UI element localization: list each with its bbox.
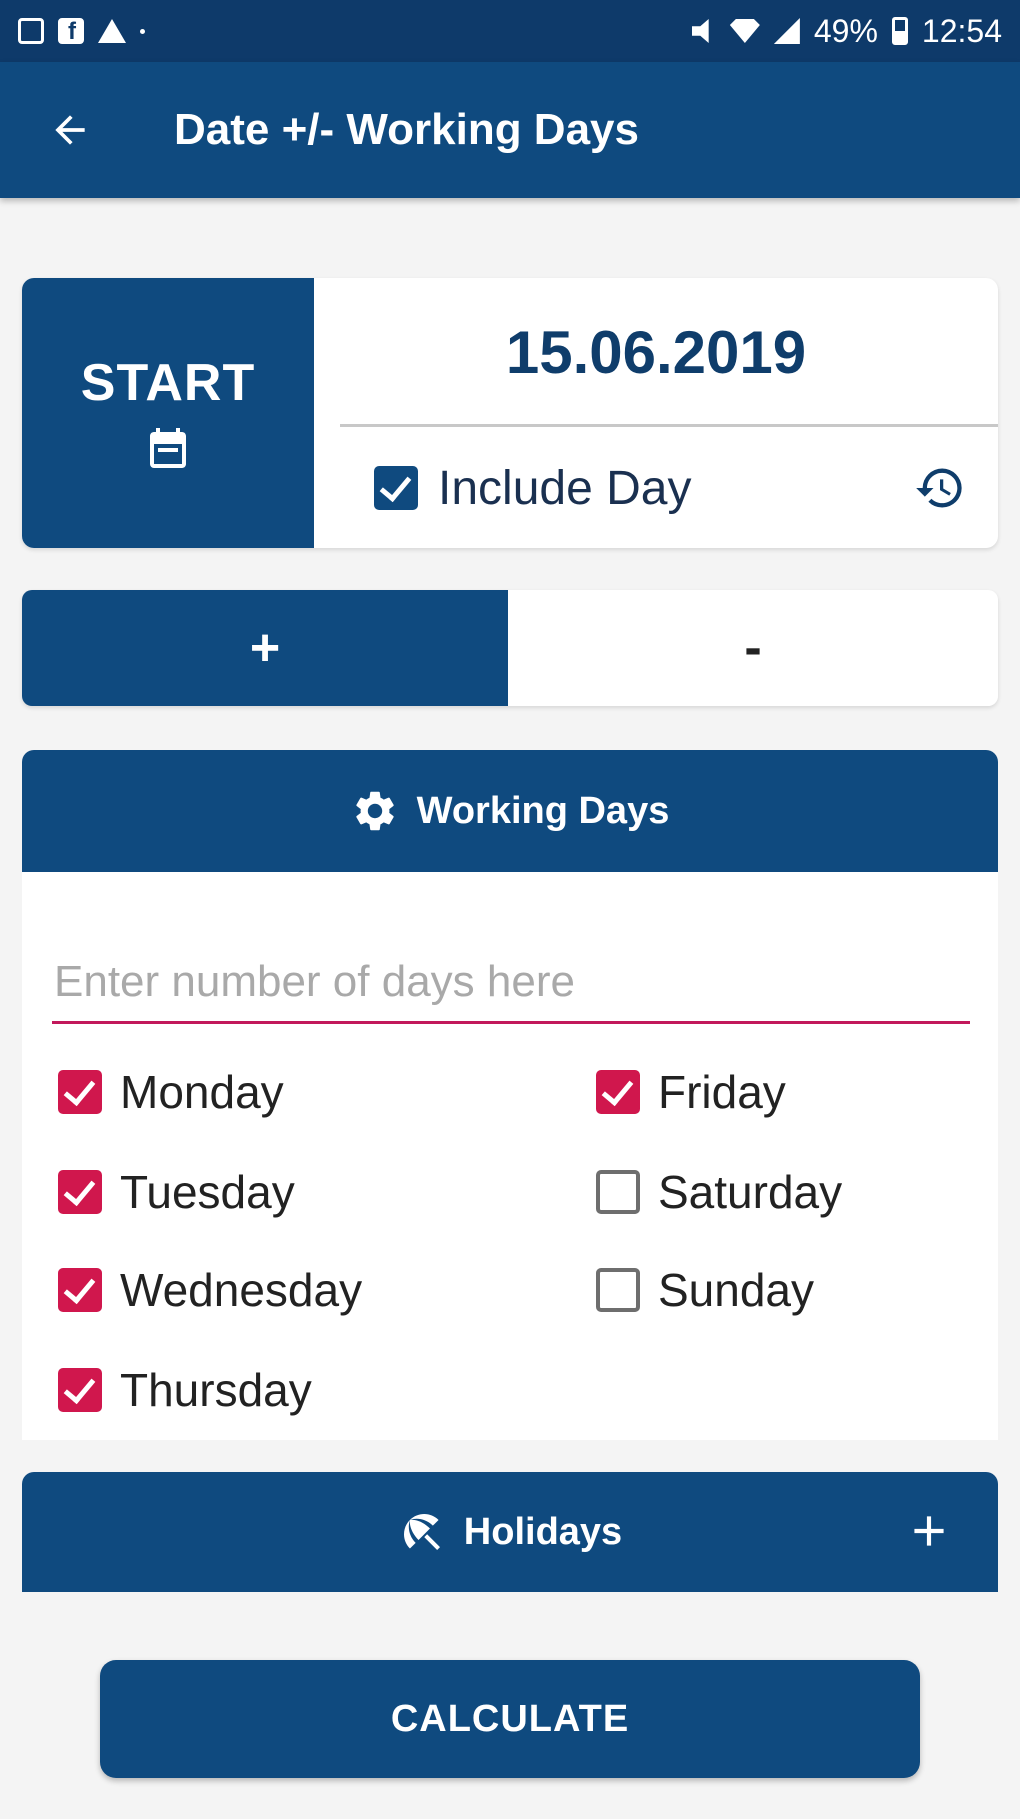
gear-icon xyxy=(355,791,394,831)
start-label: START xyxy=(80,354,256,412)
status-bar: 49% 12:54 xyxy=(0,0,1020,62)
holidays-header-label: Holidays xyxy=(463,1510,623,1553)
weekday-saturday[interactable]: Saturday xyxy=(596,1162,842,1222)
calendar-icon xyxy=(150,428,186,468)
mute-icon xyxy=(691,19,709,43)
back-button[interactable] xyxy=(40,100,100,160)
gallery-notification-icon xyxy=(18,18,44,44)
start-date-card: START 15.06.2019 Include Day xyxy=(22,278,998,548)
weekday-label: Saturday xyxy=(658,1166,843,1218)
include-day-label: Include Day xyxy=(438,461,692,515)
battery-percent: 49% xyxy=(813,12,878,49)
facebook-notification-icon xyxy=(58,18,84,46)
number-of-days-input[interactable] xyxy=(52,942,970,1024)
include-day-row: Include Day xyxy=(314,428,998,548)
signal-icon xyxy=(773,18,800,44)
weekday-wednesday[interactable]: Wednesday xyxy=(58,1260,362,1320)
start-date-picker-button[interactable]: START xyxy=(22,278,314,548)
status-notifications xyxy=(18,18,145,46)
weekday-checkbox[interactable] xyxy=(596,1170,640,1214)
weekday-label: Thursday xyxy=(120,1364,312,1416)
weekday-label: Friday xyxy=(658,1066,786,1118)
status-system: 49% 12:54 xyxy=(691,12,1002,50)
weekday-checkbox[interactable] xyxy=(58,1368,102,1412)
warning-notification-icon xyxy=(98,19,126,43)
weekday-tuesday[interactable]: Tuesday xyxy=(58,1162,295,1222)
working-days-panel: Monday Tuesday Wednesday Thursday Friday… xyxy=(22,872,998,1440)
wifi-icon xyxy=(729,19,760,43)
page-title: Date +/- Working Days xyxy=(174,105,639,154)
plus-icon[interactable] xyxy=(904,1506,954,1556)
operation-toggle: + - xyxy=(22,590,998,706)
weekday-sunday[interactable]: Sunday xyxy=(596,1260,814,1320)
clock: 12:54 xyxy=(921,12,1002,49)
arrow-left-icon xyxy=(55,115,85,145)
weekday-checkbox[interactable] xyxy=(596,1268,640,1312)
working-days-header[interactable]: Working Days xyxy=(22,750,998,872)
divider xyxy=(340,424,998,427)
subtract-days-toggle[interactable]: - xyxy=(508,590,998,706)
holidays-header[interactable]: Holidays xyxy=(22,1472,998,1592)
umbrella-icon xyxy=(403,1514,440,1550)
weekday-checkbox[interactable] xyxy=(596,1070,640,1114)
battery-icon xyxy=(891,17,908,45)
calculate-button[interactable]: CALCULATE xyxy=(100,1660,920,1778)
working-days-header-label: Working Days xyxy=(416,789,670,832)
weekday-label: Wednesday xyxy=(120,1264,363,1316)
weekday-friday[interactable]: Friday xyxy=(596,1062,786,1122)
more-notifications-icon xyxy=(140,28,145,34)
weekday-label: Sunday xyxy=(658,1264,815,1316)
weekday-checkbox[interactable] xyxy=(58,1070,102,1114)
include-day-checkbox[interactable] xyxy=(374,466,418,510)
weekday-thursday[interactable]: Thursday xyxy=(58,1360,312,1420)
start-date-value[interactable]: 15.06.2019 xyxy=(314,278,998,426)
add-days-toggle[interactable]: + xyxy=(22,590,508,706)
weekday-checkbox[interactable] xyxy=(58,1268,102,1312)
weekday-checkbox[interactable] xyxy=(58,1170,102,1214)
app-bar: Date +/- Working Days xyxy=(0,62,1020,198)
weekday-monday[interactable]: Monday xyxy=(58,1062,284,1122)
weekday-label: Tuesday xyxy=(120,1166,295,1218)
weekday-label: Monday xyxy=(120,1066,284,1118)
history-icon[interactable] xyxy=(914,462,966,514)
